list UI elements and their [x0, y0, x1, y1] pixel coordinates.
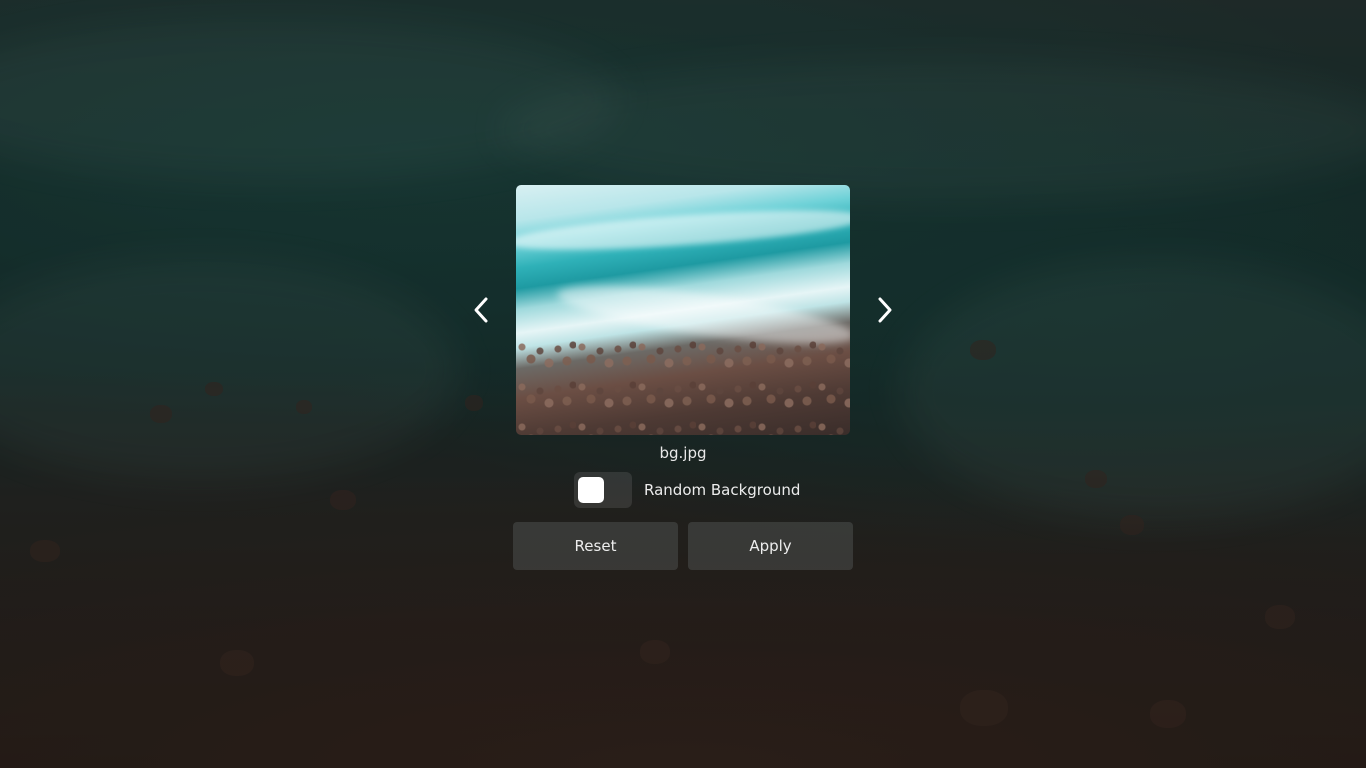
wallpaper-filename: bg.jpg: [659, 444, 707, 462]
previous-wallpaper-button[interactable]: [470, 296, 494, 324]
toggle-knob: [578, 477, 604, 503]
random-background-label: Random Background: [644, 481, 801, 499]
random-background-toggle[interactable]: [574, 472, 632, 508]
wallpaper-preview-image[interactable]: [516, 185, 850, 435]
next-wallpaper-button[interactable]: [872, 296, 896, 324]
chevron-left-icon: [474, 297, 488, 323]
apply-button[interactable]: Apply: [688, 522, 853, 570]
preview-stones: [516, 335, 850, 435]
random-background-row: Random Background: [574, 472, 800, 508]
preview-wave-foam: [516, 202, 850, 258]
reset-button[interactable]: Reset: [513, 522, 678, 570]
wallpaper-picker-dialog: bg.jpg Random Background Reset Apply: [0, 0, 1366, 768]
chevron-right-icon: [878, 297, 892, 323]
